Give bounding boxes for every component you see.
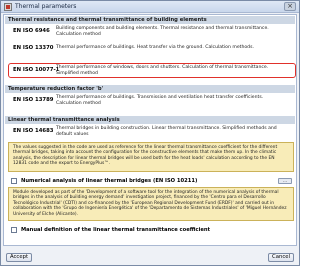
title-bar: Thermal parameters × [1, 1, 299, 13]
standard-description: Thermal performance of buildings. Heat t… [56, 45, 254, 50]
section-header-temperature-reduction: Temperature reduction factor 'b' [5, 85, 295, 93]
app-icon [4, 3, 12, 11]
window-title: Thermal parameters [15, 3, 77, 10]
thermal-parameters-dialog: Thermal parameters × Thermal resistance … [0, 0, 300, 266]
manual-definition-checkbox[interactable] [11, 227, 17, 233]
numerical-analysis-info-button[interactable]: ... [278, 178, 292, 184]
linear-bridge-info-box: The values suggested in the code are use… [8, 142, 294, 172]
standard-row: EN ISO 6946 Building components and buil… [8, 26, 294, 38]
numerical-analysis-checkbox[interactable] [11, 178, 17, 184]
standard-code: EN ISO 14683 [13, 128, 54, 134]
standard-description: Thermal bridges in building construction… [56, 126, 277, 137]
standard-code: EN ISO 6946 [13, 28, 50, 34]
standard-row: EN ISO 13789 Thermal performance of buil… [8, 95, 294, 107]
section-header-thermal-resistance: Thermal resistance and thermal transmitt… [5, 16, 295, 24]
standard-description: Thermal performance of windows, doors an… [56, 65, 269, 76]
dialog-content: Thermal resistance and thermal transmitt… [3, 14, 297, 246]
accept-button[interactable]: Accept [6, 253, 32, 262]
standard-description: Thermal performance of buildings. Transm… [56, 95, 264, 106]
standard-code: EN ISO 13370 [13, 45, 54, 51]
close-button[interactable]: × [284, 2, 296, 11]
standard-code: EN ISO 13789 [13, 97, 54, 103]
section-header-linear-transmittance: Linear thermal transmittance analysis [5, 116, 295, 124]
numerical-analysis-label: Numerical analysis of linear thermal bri… [21, 178, 198, 184]
standard-row: EN ISO 10077-1 Thermal performance of wi… [8, 65, 294, 77]
numerical-analysis-info-box: Module developed as part of the 'Develop… [8, 187, 294, 221]
manual-definition-label: Manual definition of the linear thermal … [21, 227, 211, 233]
standard-code: EN ISO 10077-1 [13, 67, 60, 73]
standard-row: EN ISO 14683 Thermal bridges in building… [8, 126, 294, 138]
standard-description: Building components and building element… [56, 26, 269, 37]
cancel-button[interactable]: Cancel [268, 253, 294, 262]
standard-row: EN ISO 13370 Thermal performance of buil… [8, 44, 294, 54]
